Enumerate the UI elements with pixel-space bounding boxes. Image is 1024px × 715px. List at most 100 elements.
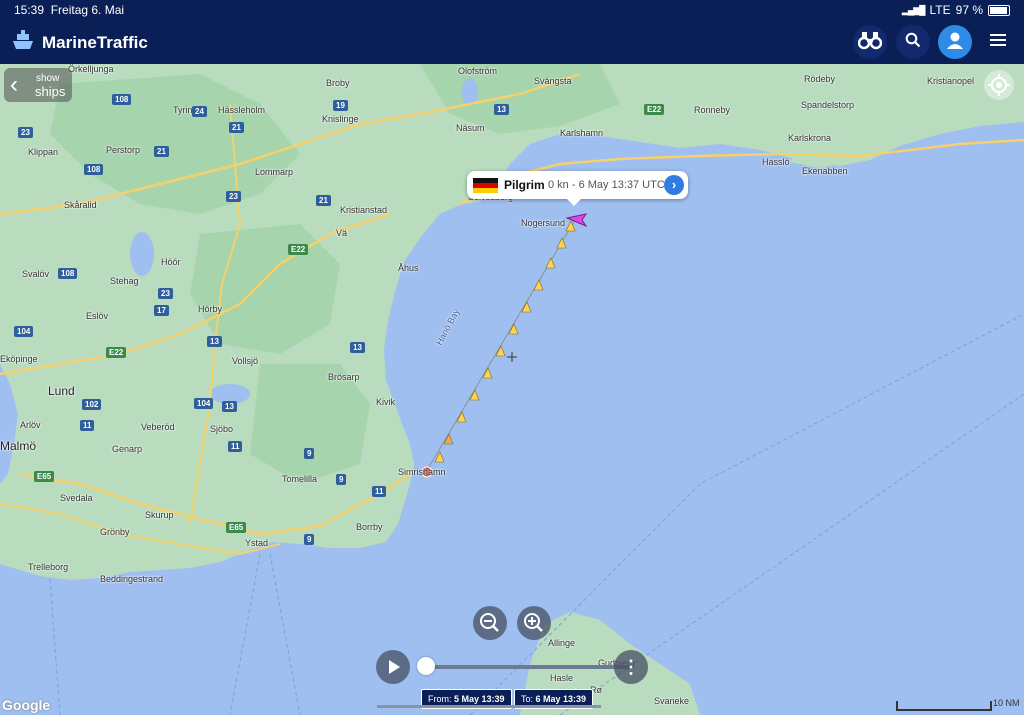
place-label: Kivik [376, 397, 396, 407]
chevron-left-icon: ‹ [10, 71, 18, 98]
place-label: Ronneby [694, 105, 731, 115]
road-shield: 13 [207, 336, 222, 347]
app-title: MarineTraffic [42, 32, 148, 52]
place-label: Tomelilla [282, 474, 318, 484]
place-label: Olofström [458, 66, 498, 76]
road-shield: 108 [84, 164, 104, 175]
place-label: Knislinge [322, 114, 359, 124]
user-icon [945, 30, 965, 55]
road-shield: 9 [304, 448, 315, 459]
germany-flag-icon [473, 178, 498, 193]
place-label: Veberöd [141, 422, 175, 432]
road-shield: 11 [80, 420, 95, 431]
place-label: Malmö [0, 439, 37, 453]
lake [130, 232, 154, 276]
place-label: Ystad [245, 538, 269, 548]
app-logo[interactable]: MarineTraffic [10, 29, 148, 56]
road-shield: 11 [372, 486, 387, 497]
place-label: Rödeby [804, 74, 836, 84]
road-shield: 19 [333, 100, 348, 111]
zoom-out-icon [480, 613, 499, 632]
more-vertical-icon: ⋮ [622, 657, 640, 677]
chevron-right-icon: › [671, 177, 677, 192]
place-label: Simrishamn [398, 467, 446, 477]
timeline-handle[interactable] [417, 657, 435, 675]
road-shield: 23 [158, 288, 173, 299]
place-label: Stehag [110, 276, 139, 286]
more-options-button[interactable]: ⋮ [614, 650, 648, 684]
play-button[interactable] [376, 650, 410, 684]
menu-button[interactable] [981, 25, 1015, 59]
network-label: LTE [929, 3, 951, 17]
place-label: Hasslö [762, 157, 790, 167]
search-icon [905, 32, 921, 53]
place-label: Skurup [145, 510, 174, 520]
signal-icon: ▂▄▆█ [901, 4, 926, 15]
app-header: MarineTraffic [0, 20, 1024, 64]
vessel-popup[interactable]: Pilgrim 0 kn - 6 May 13:37 UTC › [467, 171, 688, 206]
place-label: Svedala [60, 493, 93, 503]
binoculars-icon [857, 30, 883, 55]
binoculars-button[interactable] [853, 25, 887, 59]
place-label: Arlöv [20, 420, 41, 430]
to-label: To: [521, 694, 534, 704]
road-shield: 13 [222, 401, 237, 412]
road-shield: 104 [194, 398, 214, 409]
place-label: Klippan [28, 147, 59, 157]
place-label: Karlskrona [788, 133, 832, 143]
ship-logo-icon [10, 29, 36, 56]
timeline-bottom-bar [377, 705, 601, 708]
menu-icon [990, 33, 1006, 52]
place-label: Eslöv [86, 311, 109, 321]
place-label: Lommarp [255, 167, 294, 177]
battery-icon [988, 4, 1010, 16]
map-canvas[interactable]: Örkelljunga Broby Olofström Svängsta Röd… [0, 64, 1024, 715]
zoom-out-button[interactable] [473, 606, 507, 640]
road-shield: 13 [350, 342, 365, 353]
place-label: Hässleholm [218, 105, 266, 115]
place-label: Sjöbo [210, 424, 234, 434]
timeline-track[interactable] [420, 665, 634, 669]
place-label: Hasle [550, 673, 574, 683]
status-time: 15:39 [14, 3, 45, 17]
place-label: Spandelstorp [801, 100, 855, 110]
show-ships-line2: ships [35, 84, 66, 99]
road-shield: 102 [82, 399, 102, 410]
place-label: Höör [161, 257, 181, 267]
google-attribution: Google [2, 697, 51, 713]
show-ships-line1: show [36, 73, 60, 84]
zoom-in-icon [524, 613, 543, 632]
place-label: Örkelljunga [68, 64, 114, 74]
road-shield: 108 [112, 94, 132, 105]
from-value: 5 May 13:39 [454, 694, 505, 704]
user-button[interactable] [938, 25, 972, 59]
search-button[interactable] [896, 25, 930, 59]
place-label: Trelleborg [28, 562, 69, 572]
vessel-details-button[interactable]: › [664, 175, 684, 195]
place-label: Karlshamn [560, 128, 604, 138]
place-label: Åhus [398, 263, 419, 273]
vessel-info: 0 kn - 6 May 13:37 UTC [548, 179, 665, 191]
from-label: From: [428, 694, 452, 704]
road-shield: E22 [106, 347, 127, 358]
show-ships-button[interactable]: ‹ show ships [4, 68, 72, 102]
road-shield: 21 [229, 122, 244, 133]
place-label: Genarp [112, 444, 143, 454]
vessel-name: Pilgrim [504, 178, 545, 192]
road-shield: E22 [644, 104, 665, 115]
road-shield: 108 [58, 268, 78, 279]
place-label: Hörby [198, 304, 223, 314]
zoom-in-button[interactable] [517, 606, 551, 640]
my-location-button[interactable] [984, 70, 1014, 100]
map-graphics [0, 64, 1024, 715]
place-label: Skåralid [64, 200, 97, 210]
road-shield: 11 [228, 441, 243, 452]
road-shield: E22 [288, 244, 309, 255]
road-shield: 17 [154, 305, 169, 316]
location-target-icon [988, 74, 1010, 96]
road-shield: 21 [154, 146, 169, 157]
to-value: 6 May 13:39 [535, 694, 587, 704]
status-date: Freitag 6. Mai [50, 3, 125, 17]
place-label: Grönby [100, 527, 130, 537]
place-label: Nogersund [521, 218, 566, 228]
